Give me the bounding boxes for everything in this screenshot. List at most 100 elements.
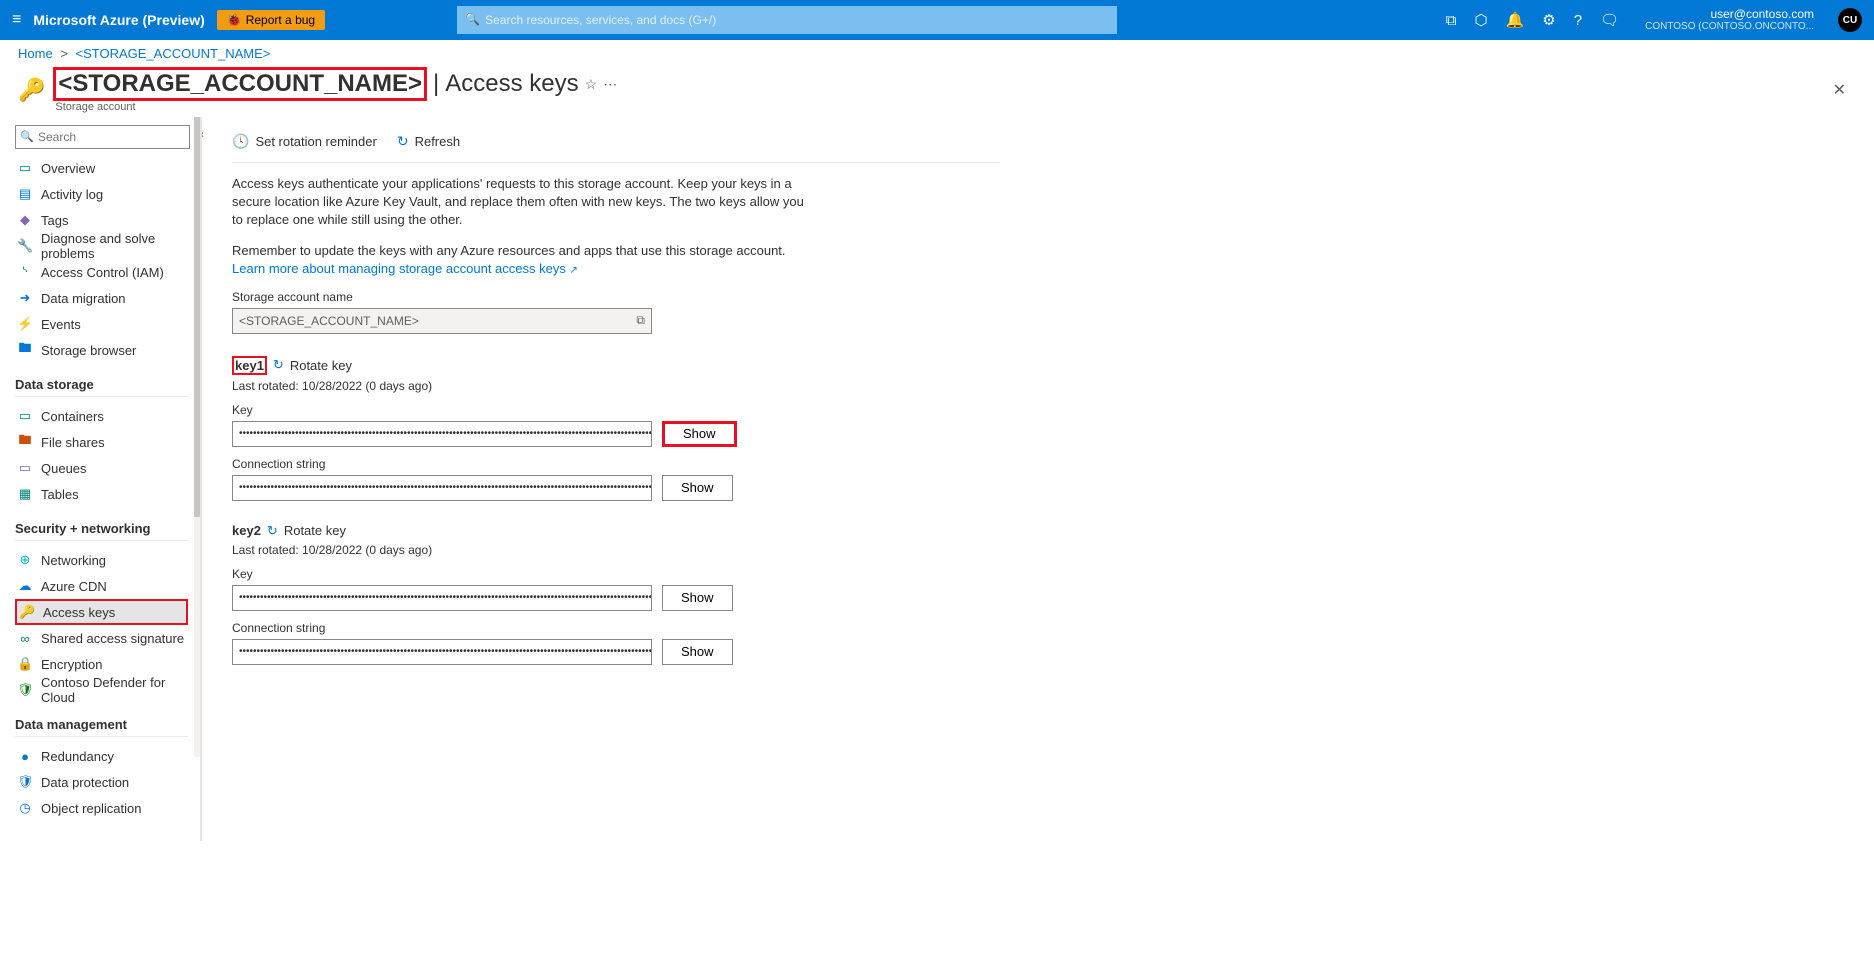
sidebar-item-label: Access Control (IAM) bbox=[41, 265, 164, 280]
sidebar-item-access-control-iam-[interactable]: ᔅAccess Control (IAM) bbox=[15, 259, 188, 285]
sidebar-item-label: Azure CDN bbox=[41, 579, 107, 594]
sidebar-item-azure-cdn[interactable]: ☁Azure CDN bbox=[15, 573, 188, 599]
page-title: <STORAGE_ACCOUNT_NAME> bbox=[53, 67, 427, 101]
rotation-reminder-label: Set rotation reminder bbox=[255, 134, 376, 149]
breadcrumb-home[interactable]: Home bbox=[18, 46, 53, 61]
key2-key-value: ••••••••••••••••••••••••••••••••••••••••… bbox=[232, 585, 652, 611]
breadcrumb-sep: > bbox=[60, 46, 68, 61]
sidebar-item-label: Containers bbox=[41, 409, 104, 424]
info-paragraph-1: Access keys authenticate your applicatio… bbox=[232, 175, 812, 230]
sidebar-item-overview[interactable]: ▭Overview bbox=[15, 155, 188, 181]
settings-icon[interactable]: ⚙ bbox=[1542, 11, 1555, 29]
avatar[interactable]: CU bbox=[1838, 8, 1862, 32]
storage-account-name-field: <STORAGE_ACCOUNT_NAME> ⧉ bbox=[232, 308, 652, 334]
sidebar-item-data-migration[interactable]: ➜Data migration bbox=[15, 285, 188, 311]
sidebar-item-file-shares[interactable]: 🖿File shares bbox=[15, 429, 188, 455]
key2-conn-show-button[interactable]: Show bbox=[662, 639, 733, 665]
key1-conn-label: Connection string bbox=[232, 457, 1000, 471]
sidebar-item-label: Networking bbox=[41, 553, 106, 568]
global-search-input[interactable] bbox=[457, 6, 1117, 34]
key1-key-value: ••••••••••••••••••••••••••••••••••••••••… bbox=[232, 421, 652, 447]
scrollbar-thumb[interactable] bbox=[194, 117, 200, 517]
sidebar-item-networking[interactable]: ⊕ Networking bbox=[15, 547, 188, 573]
sidebar-item-encryption[interactable]: 🔒Encryption bbox=[15, 651, 188, 677]
nav-icon: 🖿 bbox=[17, 339, 33, 361]
sidebar-item-object-replication[interactable]: ◷Object replication bbox=[15, 795, 188, 821]
key1-show-button[interactable]: Show bbox=[662, 421, 737, 447]
main-content: 🕓 Set rotation reminder ↻ Refresh Access… bbox=[200, 117, 1020, 841]
sidebar-item-events[interactable]: ⚡Events bbox=[15, 311, 188, 337]
sidebar-item-label: Shared access signature bbox=[41, 631, 184, 646]
learn-more-text: Learn more about managing storage accoun… bbox=[232, 261, 566, 276]
key1-header: key1 ↻ Rotate key bbox=[232, 356, 1000, 375]
learn-more-link[interactable]: Learn more about managing storage accoun… bbox=[232, 261, 578, 276]
sidebar-item-diagnose-and-solve-problems[interactable]: 🔧Diagnose and solve problems bbox=[15, 233, 188, 259]
nav-icon: 🛡 bbox=[17, 774, 33, 790]
search-icon: 🔍 bbox=[465, 12, 480, 26]
sidebar-item-tables[interactable]: ▦ Tables bbox=[15, 481, 188, 507]
page-subtitle: Access keys bbox=[445, 70, 578, 98]
key2-show-button[interactable]: Show bbox=[662, 585, 733, 611]
nav-icon: ▭ bbox=[17, 460, 33, 476]
brand-label[interactable]: Microsoft Azure (Preview) bbox=[33, 12, 204, 28]
sidebar-item-data-protection[interactable]: 🛡 Data protection bbox=[15, 769, 188, 795]
sidebar-search-input[interactable] bbox=[15, 125, 190, 149]
sidebar-item-label: Storage browser bbox=[41, 343, 136, 358]
nav-icon: 🖿 bbox=[17, 431, 33, 453]
sidebar-item-containers[interactable]: ▭ Containers bbox=[15, 403, 188, 429]
notifications-icon[interactable]: 🔔 bbox=[1506, 11, 1525, 29]
sidebar-item-tags[interactable]: ◆Tags bbox=[15, 207, 188, 233]
help-icon[interactable]: ? bbox=[1574, 12, 1582, 29]
title-pipe: | bbox=[433, 70, 439, 98]
key2-header: key2 ↻ Rotate key bbox=[232, 523, 1000, 539]
rotate-key1-button[interactable]: Rotate key bbox=[290, 358, 352, 373]
toolbar: 🕓 Set rotation reminder ↻ Refresh bbox=[232, 127, 1000, 163]
sidebar-item-queues[interactable]: ▭Queues bbox=[15, 455, 188, 481]
close-icon[interactable]: ✕ bbox=[1833, 80, 1856, 100]
user-account[interactable]: user@contoso.com CONTOSO (CONTOSO.ONCONT… bbox=[1645, 8, 1814, 32]
nav-icon: ▦ bbox=[17, 486, 33, 502]
favorite-icon[interactable]: ☆ bbox=[585, 76, 598, 93]
rotate-icon[interactable]: ↻ bbox=[273, 357, 284, 373]
breadcrumb-resource[interactable]: <STORAGE_ACCOUNT_NAME> bbox=[76, 46, 271, 61]
rotate-key2-button[interactable]: Rotate key bbox=[284, 523, 346, 538]
set-rotation-reminder-button[interactable]: 🕓 Set rotation reminder bbox=[232, 133, 377, 150]
key2-name: key2 bbox=[232, 523, 261, 538]
sidebar-item-shared-access-signature[interactable]: ∞Shared access signature bbox=[15, 625, 188, 651]
bug-icon: 🐞 bbox=[227, 13, 242, 27]
sidebar-item-label: Tables bbox=[41, 487, 79, 502]
directories-icon[interactable]: ⬡ bbox=[1474, 11, 1487, 29]
info-paragraph-2: Remember to update the keys with any Azu… bbox=[232, 242, 812, 278]
sidebar-item-access-keys[interactable]: 🔑Access keys bbox=[15, 599, 188, 625]
rotate-icon[interactable]: ↻ bbox=[267, 523, 278, 539]
sidebar-group-data-mgmt: Data management bbox=[15, 717, 188, 737]
sidebar-item-label: Diagnose and solve problems bbox=[41, 231, 188, 261]
feedback-icon[interactable]: 🗨 bbox=[1600, 11, 1619, 29]
more-icon[interactable]: ⋯ bbox=[603, 76, 617, 93]
key1-conn-value: ••••••••••••••••••••••••••••••••••••••••… bbox=[232, 475, 652, 501]
sidebar-item-activity-log[interactable]: ▤Activity log bbox=[15, 181, 188, 207]
nav-icon: ◷ bbox=[17, 800, 33, 816]
refresh-icon: ↻ bbox=[397, 133, 409, 150]
hamburger-icon[interactable]: ≡ bbox=[12, 11, 21, 29]
key2-key-label: Key bbox=[232, 567, 1000, 581]
resource-type: Storage account bbox=[55, 101, 617, 113]
refresh-button[interactable]: ↻ Refresh bbox=[397, 133, 460, 150]
nav-icon: ▤ bbox=[17, 186, 33, 202]
sidebar-item-storage-browser[interactable]: 🖿 Storage browser bbox=[15, 337, 188, 363]
sidebar-item-contoso-defender-for-cloud[interactable]: 🛡Contoso Defender for Cloud bbox=[15, 677, 188, 703]
user-directory: CONTOSO (CONTOSO.ONCONTO... bbox=[1645, 21, 1814, 32]
sidebar-item-label: Data protection bbox=[41, 775, 129, 790]
user-email: user@contoso.com bbox=[1645, 8, 1814, 21]
top-bar: ≡ Microsoft Azure (Preview) 🐞 Report a b… bbox=[0, 0, 1874, 40]
copy-icon[interactable]: ⧉ bbox=[636, 313, 645, 328]
key2-conn-value: ••••••••••••••••••••••••••••••••••••••••… bbox=[232, 639, 652, 665]
breadcrumb: Home > <STORAGE_ACCOUNT_NAME> bbox=[0, 40, 1874, 67]
cloud-shell-icon[interactable]: ⧉ bbox=[1446, 12, 1457, 29]
nav-icon: ▭ bbox=[17, 408, 33, 424]
report-bug-button[interactable]: 🐞 Report a bug bbox=[217, 10, 325, 30]
sidebar-item-redundancy[interactable]: ●Redundancy bbox=[15, 743, 188, 769]
key1-conn-show-button[interactable]: Show bbox=[662, 475, 733, 501]
key-icon: 🔑 bbox=[18, 77, 45, 103]
nav-icon: ⊕ bbox=[17, 552, 33, 568]
